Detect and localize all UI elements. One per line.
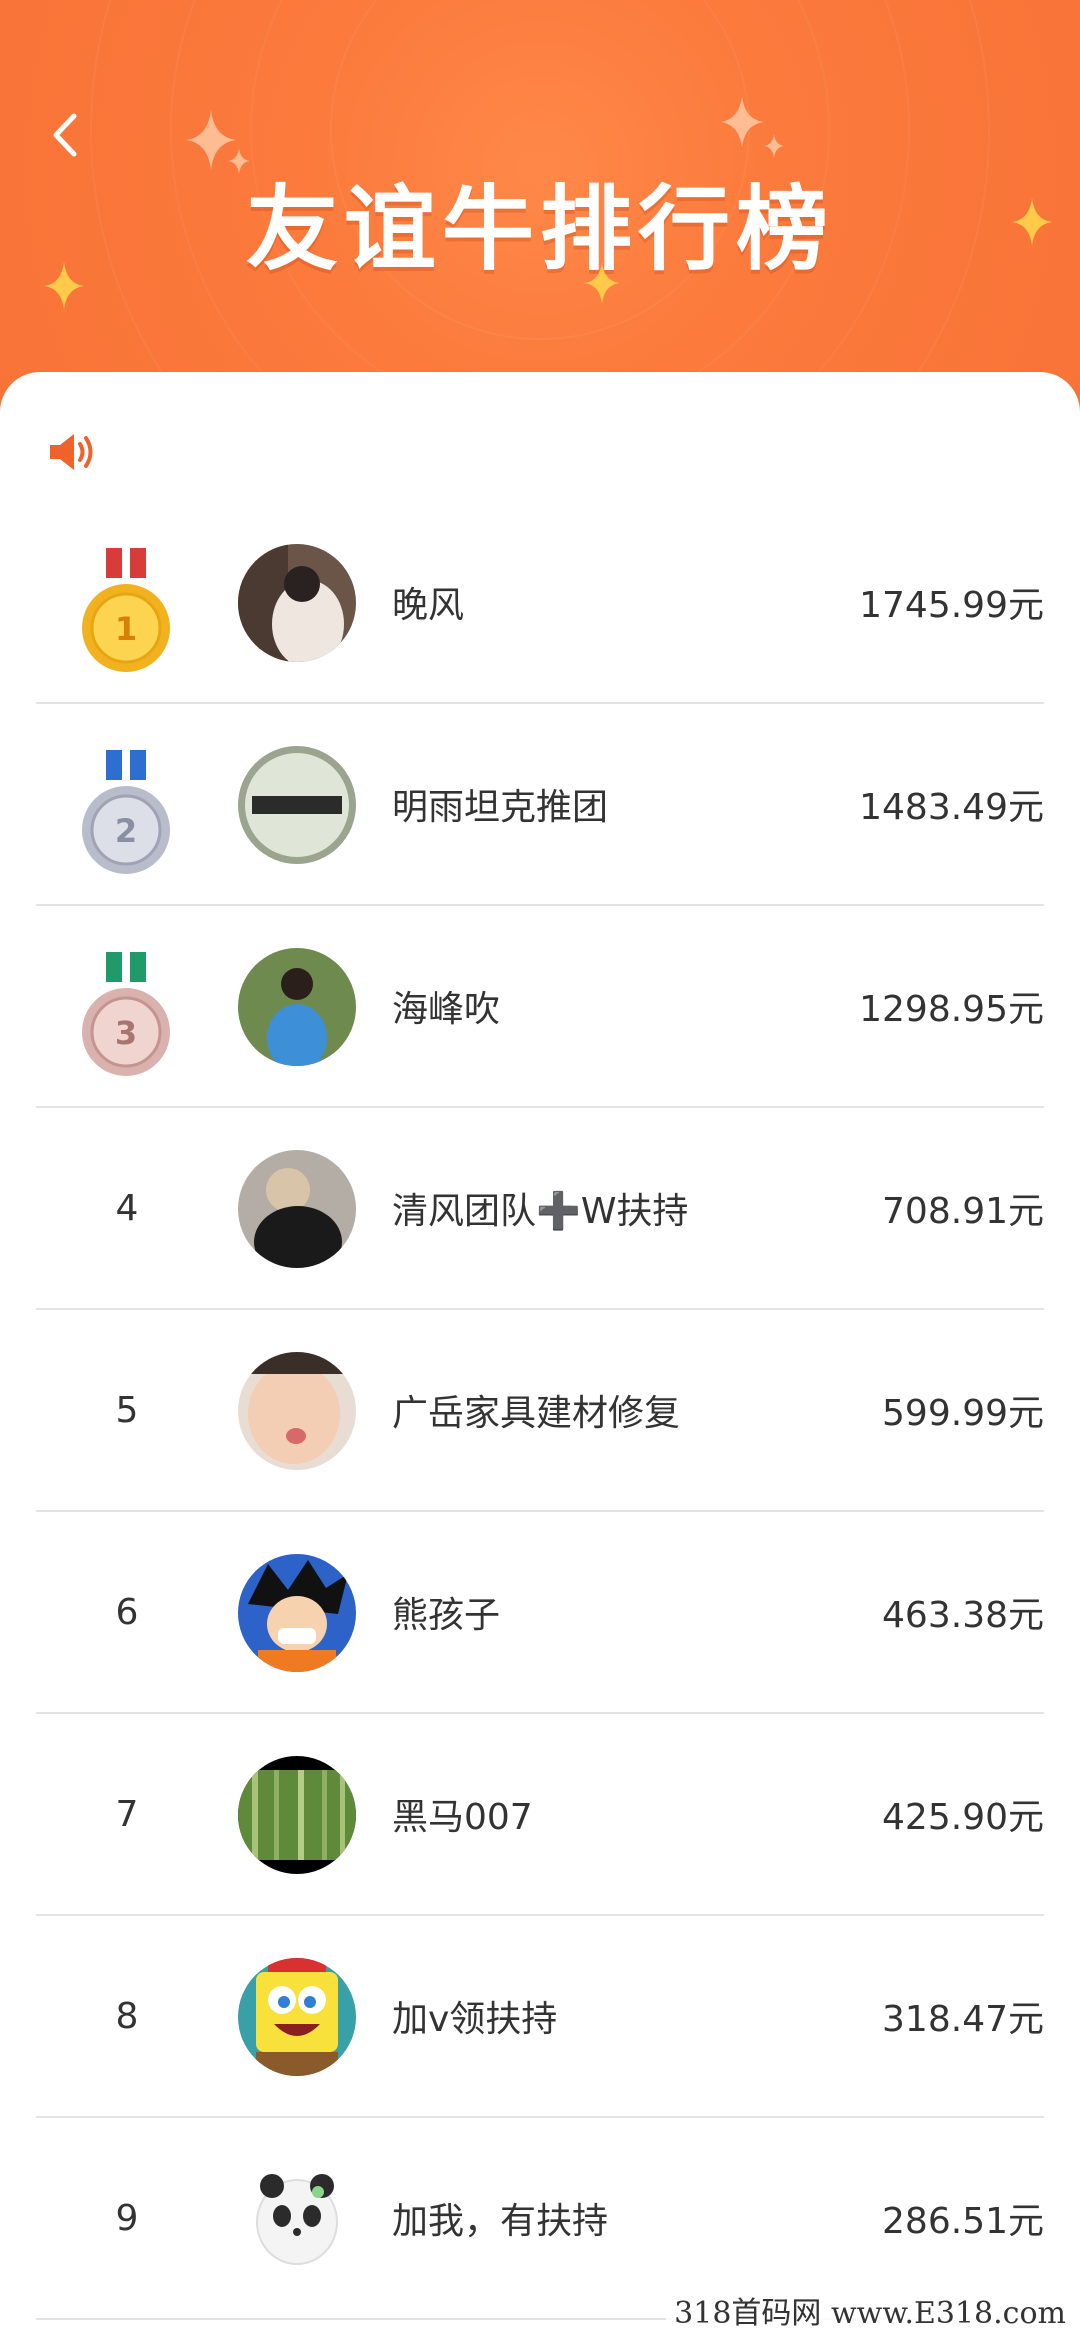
amount: 425.90元 [882, 1797, 1044, 1838]
user-name: 熊孩子 [392, 1595, 501, 1636]
page-title: 友谊牛排行榜 [245, 176, 834, 283]
gold-medal-icon: 1 [82, 548, 170, 672]
list-item[interactable]: 1 晚风 1745.99元 [36, 502, 1044, 704]
avatar [238, 1756, 356, 1874]
rank-number: 6 [115, 1591, 139, 1633]
avatar [238, 746, 356, 864]
svg-text:3: 3 [115, 1014, 137, 1052]
user-name: 晚风 [392, 585, 465, 626]
user-name: 广岳家具建材修复 [392, 1393, 681, 1434]
amount: 599.99元 [882, 1393, 1044, 1434]
avatar [238, 544, 356, 662]
rank-number: 9 [115, 2197, 139, 2239]
avatar [238, 1958, 356, 2076]
avatar [238, 948, 356, 1066]
chevron-left-icon [53, 113, 77, 157]
list-item[interactable]: 2 明雨坦克推团 1483.49元 [36, 704, 1044, 906]
list-item[interactable]: 6 熊孩子 463.38元 [36, 1512, 1044, 1714]
avatar [238, 1150, 356, 1268]
header: 友谊牛排行榜 [0, 0, 1080, 420]
list-item[interactable]: 7 黑马007 425.90元 [36, 1714, 1044, 1916]
avatar [238, 2160, 356, 2278]
speaker-icon [50, 434, 93, 470]
amount: 1745.99元 [859, 585, 1044, 626]
watermark: 318首码网 www.E318.com [666, 2286, 1074, 2334]
avatar [238, 1352, 356, 1470]
user-name: 明雨坦克推团 [392, 787, 609, 828]
list-item[interactable]: 5 广岳家具建材修复 599.99元 [36, 1310, 1044, 1512]
amount: 708.91元 [882, 1191, 1044, 1232]
amount: 1483.49元 [859, 787, 1044, 828]
rank-number: 5 [115, 1389, 139, 1431]
leaderboard-card: 1 晚风 1745.99元 2 明雨坦克推团 1483.49元 3 海峰吹 12… [0, 372, 1080, 2340]
svg-text:1: 1 [115, 610, 137, 648]
amount: 1298.95元 [859, 989, 1044, 1030]
sparkle-icon [720, 96, 764, 148]
user-name: 海峰吹 [392, 989, 501, 1030]
rank-number: 7 [115, 1793, 139, 1835]
user-name: 加我，有扶持 [392, 2201, 609, 2242]
rank-number: 8 [115, 1995, 139, 2037]
user-name: 黑马007 [392, 1797, 533, 1838]
user-name: 清风团队➕W扶持 [392, 1191, 689, 1232]
amount: 318.47元 [882, 1999, 1044, 2040]
list-item[interactable]: 4 清风团队➕W扶持 708.91元 [36, 1108, 1044, 1310]
user-name: 加v领扶持 [392, 1999, 558, 2040]
ranking-list: 1 晚风 1745.99元 2 明雨坦克推团 1483.49元 3 海峰吹 12… [36, 502, 1044, 2320]
amount: 463.38元 [882, 1595, 1044, 1636]
list-item[interactable]: 8 加v领扶持 318.47元 [36, 1916, 1044, 2118]
bronze-medal-icon: 3 [82, 952, 170, 1076]
list-item[interactable]: 3 海峰吹 1298.95元 [36, 906, 1044, 1108]
silver-medal-icon: 2 [82, 750, 170, 874]
svg-text:2: 2 [115, 812, 137, 850]
rank-number: 4 [115, 1187, 139, 1229]
avatar [238, 1554, 356, 1672]
